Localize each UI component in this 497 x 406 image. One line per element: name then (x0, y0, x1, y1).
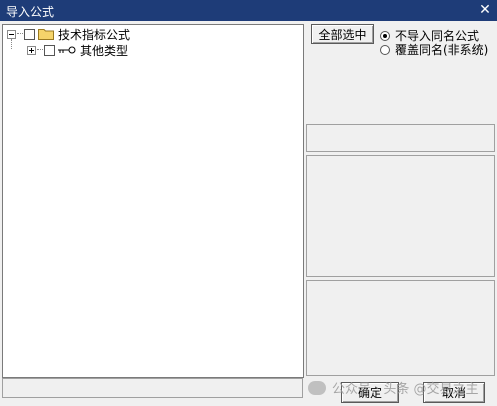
folder-icon (38, 29, 54, 40)
radio-overwrite-same[interactable] (380, 44, 390, 55)
title-bar: 导入公式 ✕ (0, 0, 497, 21)
wechat-icon (308, 380, 326, 395)
tree-node-label: 其他类型 (80, 43, 129, 58)
tree-node-technical[interactable]: 技术指标公式 (7, 26, 130, 42)
close-icon: ✕ (479, 2, 491, 18)
expand-toggle[interactable] (27, 45, 36, 55)
watermark-text: 公众号 · 头条 @交易之主 (332, 382, 479, 397)
window-title: 导入公式 (6, 5, 55, 19)
info-field (306, 124, 495, 152)
radio-no-import-same[interactable] (380, 30, 390, 41)
select-all-button[interactable]: 全部选中 (311, 24, 374, 44)
option-label: 覆盖同名(非系统) (395, 43, 489, 57)
description-panel (306, 155, 495, 277)
collapse-toggle[interactable] (7, 29, 16, 39)
tree-node-label: 技术指标公式 (58, 27, 131, 42)
option-overwrite-same[interactable]: 覆盖同名(非系统) (380, 41, 488, 58)
watermark: 公众号 · 头条 @交易之主 (308, 378, 479, 397)
formula-tree[interactable]: 技术指标公式 其他类型 (2, 24, 304, 378)
status-field (2, 378, 303, 398)
tree-node-checkbox[interactable] (24, 28, 35, 40)
close-button[interactable]: ✕ (477, 2, 493, 18)
key-icon (58, 46, 76, 54)
tree-node-other[interactable]: 其他类型 (27, 42, 128, 58)
tree-node-checkbox[interactable] (44, 44, 55, 56)
detail-panel (306, 280, 495, 376)
